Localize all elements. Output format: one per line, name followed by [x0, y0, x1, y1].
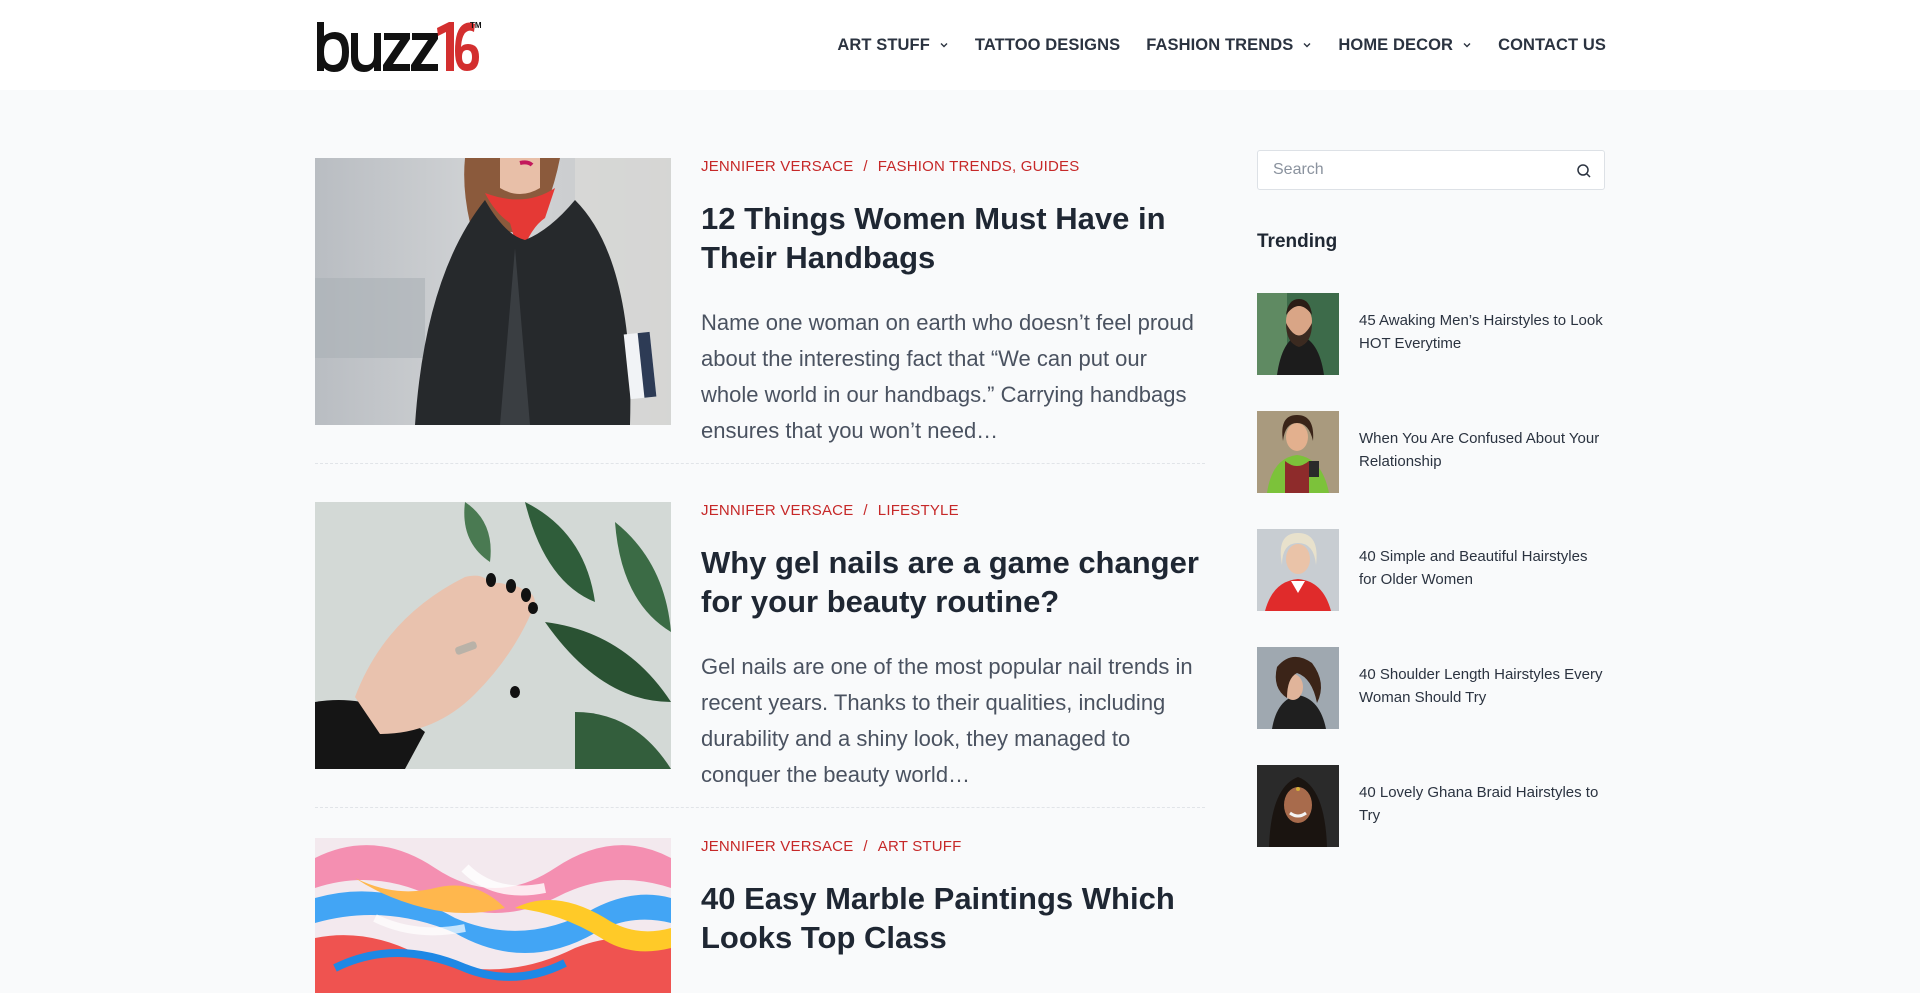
hand-black-nails-leaves-image: [315, 502, 671, 769]
chevron-down-icon: [1463, 43, 1471, 48]
post-card: JENNIFER VERSACE / LIFESTYLE Why gel nai…: [315, 502, 1205, 787]
post-author-link[interactable]: JENNIFER VERSACE: [701, 158, 853, 175]
search-box: [1257, 150, 1605, 190]
post-category-link[interactable]: FASHION TRENDS, GUIDES: [878, 158, 1080, 175]
post-meta: JENNIFER VERSACE / ART STUFF: [701, 838, 1205, 855]
post-divider: [315, 463, 1205, 464]
post-body: JENNIFER VERSACE / ART STUFF 40 Easy Mar…: [701, 838, 1205, 957]
trending-item-title[interactable]: 40 Lovely Ghana Braid Hairstyles to Try: [1359, 781, 1605, 827]
nav-item-fashion-trends[interactable]: FASHION TRENDS: [1146, 36, 1312, 55]
post-body: JENNIFER VERSACE / LIFESTYLE Why gel nai…: [701, 502, 1205, 793]
trending-item[interactable]: 40 Simple and Beautiful Hairstyles for O…: [1257, 529, 1605, 611]
nav-item-label: TATTOO DESIGNS: [974, 35, 1121, 54]
post-title[interactable]: 40 Easy Marble Paintings Which Looks Top…: [701, 879, 1205, 957]
search-icon[interactable]: [1576, 163, 1592, 179]
trending-item[interactable]: When You Are Confused About Your Relatio…: [1257, 411, 1605, 493]
main-nav: ART STUFF TATTOO DESIGNS FASHION TRENDS …: [837, 0, 1606, 90]
post-meta: JENNIFER VERSACE / FASHION TRENDS, GUIDE…: [701, 158, 1205, 175]
chevron-down-icon: [1303, 43, 1311, 48]
nav-item-tattoo-designs[interactable]: TATTOO DESIGNS: [975, 36, 1120, 55]
post-card: JENNIFER VERSACE / FASHION TRENDS, GUIDE…: [315, 158, 1205, 443]
meta-separator: /: [863, 502, 868, 519]
post-excerpt: Gel nails are one of the most popular na…: [701, 654, 1193, 787]
post-card: JENNIFER VERSACE / ART STUFF 40 Easy Mar…: [315, 838, 1205, 993]
post-meta: JENNIFER VERSACE / LIFESTYLE: [701, 502, 1205, 519]
marble-paint-image: [315, 838, 671, 993]
site-logo[interactable]: TM: [315, 20, 485, 72]
nav-item-label: HOME DECOR: [1338, 35, 1454, 54]
search-input[interactable]: [1258, 151, 1558, 189]
post-image-marble-paintings[interactable]: [315, 838, 671, 993]
post-author-link[interactable]: JENNIFER VERSACE: [701, 502, 853, 519]
blonde-woman-red-jacket-thumbnail[interactable]: [1257, 529, 1339, 611]
woman-blazer-red-scarf-image: [315, 158, 671, 425]
post-title[interactable]: Why gel nails are a game changer for you…: [701, 543, 1205, 621]
woman-braids-thumbnail[interactable]: [1257, 765, 1339, 847]
bearded-man-thumbnail[interactable]: [1257, 293, 1339, 375]
woman-wavy-hair-thumbnail[interactable]: [1257, 647, 1339, 729]
post-divider: [315, 807, 1205, 808]
post-image-gel-nails[interactable]: [315, 502, 671, 769]
nav-item-label: CONTACT US: [1498, 35, 1606, 54]
nav-item-art-stuff[interactable]: ART STUFF: [837, 36, 949, 55]
trending-item-title[interactable]: 40 Simple and Beautiful Hairstyles for O…: [1359, 545, 1605, 591]
trending-item[interactable]: 40 Shoulder Length Hairstyles Every Woma…: [1257, 647, 1605, 729]
post-category-link[interactable]: LIFESTYLE: [878, 502, 959, 519]
chevron-down-icon: [940, 43, 948, 48]
woman-green-jacket-thumbnail[interactable]: [1257, 411, 1339, 493]
post-body: JENNIFER VERSACE / FASHION TRENDS, GUIDE…: [701, 158, 1205, 449]
trending-item[interactable]: 40 Lovely Ghana Braid Hairstyles to Try: [1257, 765, 1605, 847]
site-header: TM ART STUFF TATTOO DESIGNS FASHION TREN…: [0, 0, 1920, 90]
meta-separator: /: [863, 158, 868, 175]
nav-item-contact-us[interactable]: CONTACT US: [1498, 36, 1606, 55]
nav-item-home-decor[interactable]: HOME DECOR: [1338, 36, 1472, 55]
trending-item-title[interactable]: 40 Shoulder Length Hairstyles Every Woma…: [1359, 663, 1605, 709]
post-image-handbags[interactable]: [315, 158, 671, 425]
nav-item-label: FASHION TRENDS: [1146, 35, 1294, 54]
trademark-symbol: TM: [470, 21, 482, 30]
post-category-link[interactable]: ART STUFF: [878, 838, 962, 855]
trending-heading: Trending: [1257, 231, 1338, 252]
trending-item-title[interactable]: 45 Awaking Men’s Hairstyles to Look HOT …: [1359, 309, 1605, 355]
post-title[interactable]: 12 Things Women Must Have in Their Handb…: [701, 199, 1205, 277]
meta-separator: /: [863, 838, 868, 855]
post-author-link[interactable]: JENNIFER VERSACE: [701, 838, 853, 855]
trending-item[interactable]: 45 Awaking Men’s Hairstyles to Look HOT …: [1257, 293, 1605, 375]
post-excerpt: Name one woman on earth who doesn’t feel…: [701, 310, 1194, 443]
trending-item-title[interactable]: When You Are Confused About Your Relatio…: [1359, 427, 1605, 473]
nav-item-label: ART STUFF: [837, 35, 930, 54]
